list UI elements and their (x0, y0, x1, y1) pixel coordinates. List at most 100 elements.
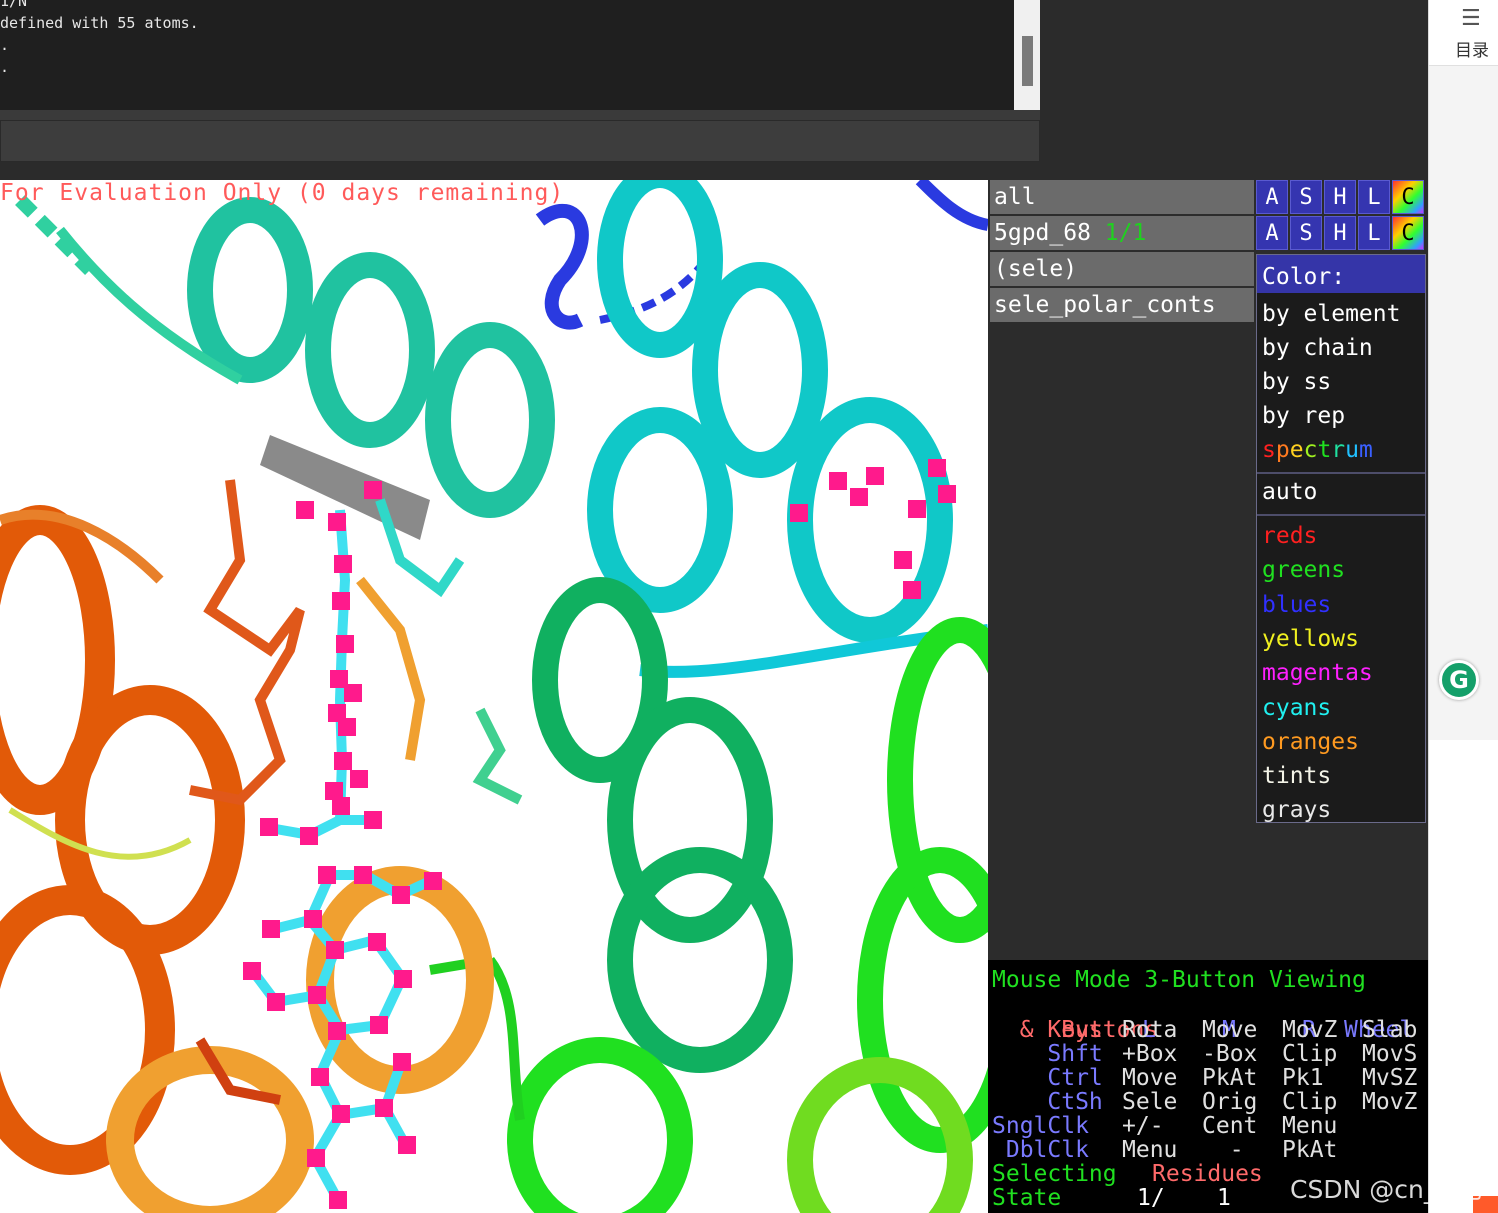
object-name: 5gpd_68 (994, 220, 1091, 246)
mouse-binding-row: DblClk Menu - PkAt (992, 1137, 1338, 1163)
console-line: . (0, 36, 10, 54)
action-button[interactable]: A (1256, 180, 1288, 214)
color-button[interactable]: C (1392, 216, 1424, 250)
object-state: 1/1 (1104, 220, 1147, 246)
menu-item-tints[interactable]: tints (1262, 759, 1331, 793)
binding-action: - (1202, 1137, 1258, 1163)
show-button[interactable]: S (1290, 216, 1322, 250)
selecting-value[interactable]: Residues (1152, 1162, 1263, 1186)
menu-item-yellows[interactable]: yellows (1262, 622, 1359, 656)
menu-item-by-element[interactable]: by element (1262, 297, 1400, 331)
spectrum-letter: t (1317, 437, 1332, 463)
menu-item-greens[interactable]: greens (1262, 553, 1345, 587)
object-row-all[interactable]: all (990, 180, 1254, 214)
binding-action: Menu (1122, 1137, 1178, 1163)
menu-item-grays[interactable]: grays (1262, 793, 1331, 827)
binding-action: Clip (1282, 1089, 1338, 1115)
menu-item-by-rep[interactable]: by rep (1262, 399, 1345, 433)
menu-item-oranges[interactable]: oranges (1262, 725, 1359, 759)
binding-action: -Box (1202, 1041, 1258, 1067)
binding-action: Rota (1122, 1017, 1178, 1043)
action-button[interactable]: A (1256, 216, 1288, 250)
hide-button[interactable]: H (1324, 216, 1356, 250)
mouse-mode-title: Mouse Mode 3-Button Viewing (992, 967, 1366, 993)
label-button[interactable]: L (1358, 216, 1390, 250)
molecular-viewer[interactable]: For Evaluation Only (0 days remaining) (0, 180, 988, 1213)
binding-action: MovS (1362, 1041, 1418, 1067)
list-icon: ☰ (1461, 6, 1481, 31)
menu-item-by-chain[interactable]: by chain (1262, 331, 1373, 365)
mouse-binding-row: CtSh Sele Orig Clip MovZ (992, 1089, 1417, 1115)
object-buttons-5gpd: A S H L C (1256, 216, 1426, 250)
selection-markers (243, 459, 956, 1209)
spectrum-letter: r (1331, 437, 1346, 463)
console-scrollbar[interactable] (1014, 0, 1040, 110)
binding-action: +Box (1122, 1041, 1178, 1067)
command-input[interactable] (0, 120, 1040, 162)
menu-item-by-ss[interactable]: by ss (1262, 365, 1331, 399)
spectrum-letter: m (1359, 437, 1373, 463)
menu-item-auto[interactable]: auto (1262, 475, 1317, 509)
binding-action: MovZ (1362, 1089, 1418, 1115)
console-line: defined with 55 atoms. (0, 14, 199, 32)
object-name: (sele) (994, 256, 1078, 282)
hide-button[interactable]: H (1324, 180, 1356, 214)
binding-modifier: CtSh (992, 1089, 1103, 1115)
menu-item-cyans[interactable]: cyans (1262, 691, 1331, 725)
binding-action: MovZ (1282, 1017, 1338, 1043)
menu-item-reds[interactable]: reds (1262, 519, 1317, 553)
strip-blank (1429, 740, 1498, 1213)
scrollbar-thumb[interactable] (1022, 36, 1033, 86)
browser-side-strip: ☰ 目录 G (1428, 0, 1498, 1213)
state-line: State 1/1 (992, 1185, 1231, 1211)
binding-modifier: & Keys (992, 1017, 1103, 1043)
spectrum-letter: p (1275, 437, 1290, 463)
spectrum-letter: u (1345, 437, 1360, 463)
binding-action: Slab (1362, 1017, 1418, 1043)
color-menu: Color: by element by chain by ss by rep … (1256, 254, 1426, 823)
object-row-5gpd[interactable]: 5gpd_68 1/1 (990, 216, 1254, 250)
grammarly-icon[interactable]: G (1439, 660, 1479, 700)
object-row-polar-conts[interactable]: sele_polar_conts (990, 288, 1254, 322)
menu-item-magentas[interactable]: magentas (1262, 656, 1373, 690)
spectrum-letter: e (1289, 437, 1304, 463)
state-label: State (992, 1185, 1062, 1211)
top-right-area (1040, 0, 1428, 180)
spectrum-letter: c (1303, 437, 1318, 463)
binding-action: Move (1202, 1017, 1258, 1043)
protein-cartoon-render (0, 180, 988, 1213)
binding-modifier: DblClk (992, 1137, 1089, 1163)
binding-action: Pk1 (1282, 1065, 1338, 1091)
console-line: 1/N (0, 0, 28, 10)
binding-action: Move (1122, 1065, 1178, 1091)
console-line: . (0, 58, 10, 76)
binding-action: Sele (1122, 1089, 1178, 1115)
menu-item-spectrum[interactable]: spectrum (1262, 433, 1373, 467)
mouse-binding-row: Ctrl Move PkAt Pk1 MvSZ (992, 1066, 1417, 1090)
menu-separator (1257, 472, 1425, 474)
object-name: all (994, 184, 1036, 210)
state-total: 1 (1217, 1185, 1231, 1211)
binding-action: PkAt (1202, 1065, 1258, 1091)
menu-item-blues[interactable]: blues (1262, 588, 1331, 622)
menu-separator (1257, 514, 1425, 516)
console-divider (0, 110, 1040, 120)
output-console: 1/N defined with 55 atoms. . . (0, 0, 1040, 110)
toc-button[interactable]: ☰ 目录 (1429, 0, 1498, 66)
mouse-binding-row: SnglClk +/- Cent Menu (992, 1113, 1337, 1139)
binding-action: Orig (1202, 1089, 1258, 1115)
show-button[interactable]: S (1290, 180, 1322, 214)
object-name: sele_polar_conts (994, 292, 1216, 318)
object-buttons-all: A S H L C (1256, 180, 1426, 214)
color-button[interactable]: C (1392, 180, 1424, 214)
spectrum-letter: s (1262, 437, 1276, 463)
binding-action: MvSZ (1362, 1065, 1418, 1091)
mouse-binding-row: Shft +Box -Box Clip MovS (992, 1042, 1417, 1066)
selecting-line: Selecting Residues (992, 1162, 1263, 1186)
label-button[interactable]: L (1358, 180, 1390, 214)
binding-modifier: SnglClk (992, 1113, 1089, 1139)
object-row-sele[interactable]: (sele) (990, 252, 1254, 286)
color-menu-header: Color: (1257, 255, 1425, 293)
toc-label: 目录 (1455, 41, 1489, 61)
binding-action: PkAt (1282, 1137, 1338, 1163)
